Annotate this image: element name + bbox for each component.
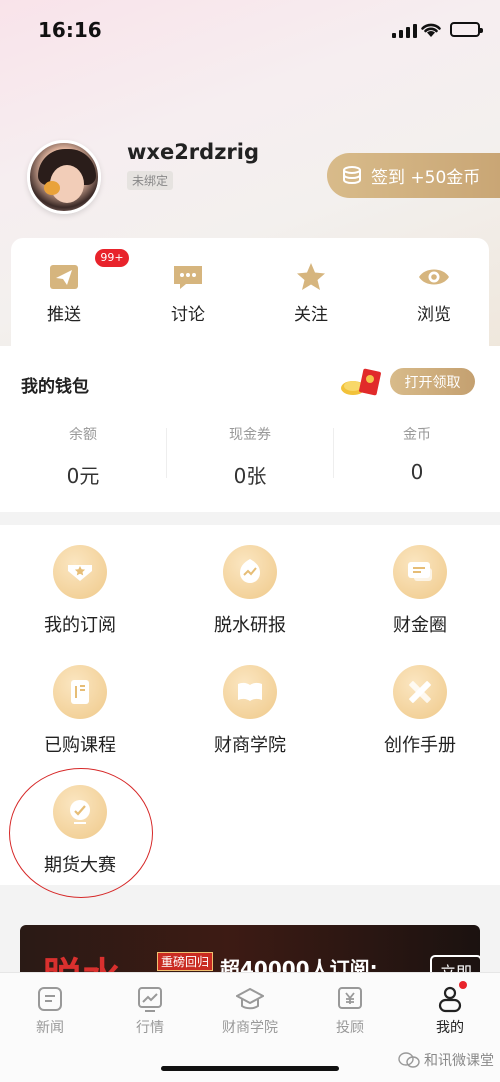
watermark-text: 和讯微课堂 <box>424 1053 494 1069</box>
news-icon <box>36 985 64 1013</box>
quick-item-label: 推送 <box>47 305 81 325</box>
tab-market[interactable]: 行情 <box>105 985 195 1037</box>
tab-label: 行情 <box>136 1020 164 1036</box>
star-icon <box>294 260 328 294</box>
wallet-card: 我的钱包 打开领取 余额 0元 现金券 0张 金币 0 <box>0 346 500 512</box>
tab-label: 我的 <box>436 1020 464 1036</box>
wallet-title: 我的钱包 <box>21 377 89 397</box>
open-book-icon <box>223 665 277 719</box>
circle-chat-icon <box>393 545 447 599</box>
status-bar: 16:16 <box>0 0 500 60</box>
grid-item-my-subscriptions[interactable]: 我的订阅 <box>0 545 160 637</box>
quick-item-label: 关注 <box>294 305 328 325</box>
grid-item-business-school[interactable]: 财商学院 <box>170 665 330 757</box>
home-indicator <box>161 1066 339 1071</box>
grid-item-creator-handbook[interactable]: 创作手册 <box>340 665 500 757</box>
quick-item-browse[interactable]: 浏览 <box>394 260 474 325</box>
quick-item-discussion[interactable]: 讨论 <box>148 260 228 325</box>
coins-icon <box>343 165 361 184</box>
checkin-label: 签到 +50金币 <box>371 168 481 188</box>
wallet-coins-label: 金币 <box>403 427 431 443</box>
wallet-balance-label: 余额 <box>69 427 97 443</box>
watermark: 和讯微课堂 <box>398 1050 494 1070</box>
quick-item-push[interactable]: 推送 <box>24 260 104 325</box>
tab-label: 投顾 <box>336 1020 364 1036</box>
grid-item-label: 财金圈 <box>393 615 447 636</box>
quick-item-follow[interactable]: 关注 <box>271 260 351 325</box>
advisor-yen-icon <box>336 985 364 1013</box>
open-claim-button[interactable]: 打开领取 <box>390 368 475 395</box>
grid-item-label: 财商学院 <box>214 735 286 756</box>
eye-icon <box>417 260 451 294</box>
wallet-gold-coins[interactable]: 金币 0 <box>334 424 500 484</box>
grid-item-label: 创作手册 <box>384 735 456 756</box>
battery-icon <box>450 22 483 37</box>
wallet-balance-value: 0元 <box>66 464 100 488</box>
tab-advisor[interactable]: 投顾 <box>305 985 395 1037</box>
graduation-cap-icon <box>234 985 266 1013</box>
username[interactable]: wxe2rdzrig <box>127 140 259 164</box>
market-chart-icon <box>136 985 164 1013</box>
paper-plane-icon <box>47 260 81 294</box>
status-time: 16:16 <box>38 18 102 42</box>
wallet-coupons-value: 0张 <box>233 464 267 488</box>
tab-label: 新闻 <box>36 1020 64 1036</box>
cellular-signal-icon <box>392 22 417 38</box>
notification-count-badge: 99+ <box>95 249 129 267</box>
wallet-coupons-label: 现金券 <box>229 427 271 443</box>
grid-item-finance-circle[interactable]: 财金圈 <box>340 545 500 637</box>
subscription-icon <box>53 545 107 599</box>
red-packet-icon[interactable] <box>340 366 382 398</box>
pencil-ruler-icon <box>393 665 447 719</box>
chat-bubble-icon <box>171 260 205 294</box>
annotation-circle <box>9 768 153 898</box>
tab-label: 财商学院 <box>222 1020 278 1036</box>
grid-item-research-reports[interactable]: 脱水研报 <box>170 545 330 637</box>
tab-news[interactable]: 新闻 <box>5 985 95 1037</box>
wechat-icon <box>398 1052 420 1068</box>
wallet-balance[interactable]: 余额 0元 <box>0 424 166 489</box>
quick-actions-card: 推送 99+ 讨论 关注 浏览 <box>11 238 489 346</box>
wifi-icon <box>421 23 441 37</box>
grid-item-label: 脱水研报 <box>214 615 286 636</box>
quick-item-label: 讨论 <box>171 305 205 325</box>
purchased-course-icon <box>53 665 107 719</box>
unread-dot <box>459 981 467 989</box>
grid-item-purchased-courses[interactable]: 已购课程 <box>0 665 160 757</box>
grid-item-label: 已购课程 <box>44 735 116 756</box>
wallet-coins-value: 0 <box>410 460 424 484</box>
quick-item-label: 浏览 <box>417 305 451 325</box>
tab-business-school[interactable]: 财商学院 <box>205 985 295 1037</box>
avatar[interactable] <box>27 140 101 214</box>
checkin-button[interactable]: 签到 +50金币 <box>327 153 500 198</box>
banner-tag: 重磅回归 <box>157 952 214 971</box>
wallet-coupons[interactable]: 现金券 0张 <box>167 424 333 489</box>
grid-item-label: 我的订阅 <box>44 615 116 636</box>
research-report-icon <box>223 545 277 599</box>
bind-status-badge[interactable]: 未绑定 <box>127 171 174 190</box>
profile-icon <box>436 981 467 1013</box>
tab-profile[interactable]: 我的 <box>405 981 495 1037</box>
